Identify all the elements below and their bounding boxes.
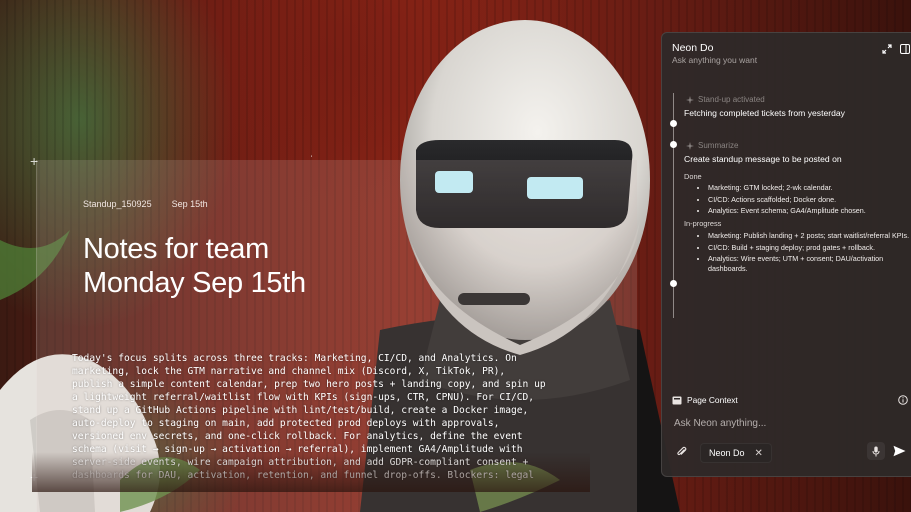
list-item: Analytics: Wire events; UTM + consent; D… bbox=[708, 254, 911, 274]
timeline-dot bbox=[670, 120, 677, 127]
step-label: Summarize bbox=[686, 141, 738, 150]
sidebar-toggle-icon[interactable] bbox=[900, 44, 910, 54]
document-body: Today's focus splits across three tracks… bbox=[32, 352, 590, 492]
timeline-dot bbox=[670, 280, 677, 287]
chip-close-icon[interactable]: ✕ bbox=[755, 448, 763, 459]
document-date: Sep 15th bbox=[171, 199, 208, 209]
sparkle-icon bbox=[686, 95, 694, 104]
page-context-label: Page Context bbox=[687, 395, 738, 405]
document-meta: Standup_150925 Sep 15th bbox=[83, 199, 208, 209]
expand-icon[interactable] bbox=[882, 44, 892, 54]
progress-heading: In-progress bbox=[684, 219, 722, 228]
sparkle-icon bbox=[686, 141, 694, 150]
corner-plus-icon: + bbox=[30, 153, 39, 169]
context-chip[interactable]: Neon Do ✕ bbox=[700, 443, 772, 463]
list-item: Analytics: Event schema; GA4/Amplitude c… bbox=[708, 206, 911, 216]
list-item: Marketing: GTM locked; 2-wk calendar. bbox=[708, 183, 911, 193]
assistant-panel: Neon Do Ask anything you want Stand-up a… bbox=[661, 32, 911, 477]
document-title: Notes for team Monday Sep 15th bbox=[83, 232, 413, 300]
step-label-text: Summarize bbox=[698, 141, 739, 150]
body-fade-overlay bbox=[32, 452, 590, 492]
progress-list: Marketing: Publish landing + 2 posts; st… bbox=[698, 231, 911, 276]
chip-label: Neon Do bbox=[709, 448, 745, 458]
document-title-line: Monday Sep 15th bbox=[83, 267, 306, 299]
mic-button[interactable] bbox=[867, 442, 885, 460]
assistant-subtitle: Ask anything you want bbox=[672, 55, 758, 65]
list-item: Marketing: Publish landing + 2 posts; st… bbox=[708, 231, 911, 241]
mic-icon bbox=[872, 446, 880, 456]
step-label: Stand-up activated bbox=[686, 95, 765, 104]
info-icon[interactable] bbox=[898, 395, 908, 405]
list-item: CI/CD: Actions scaffolded; Docker done. bbox=[708, 195, 911, 205]
done-list: Marketing: GTM locked; 2-wk calendar. CI… bbox=[698, 183, 911, 218]
ask-input[interactable] bbox=[674, 415, 899, 431]
attach-icon[interactable] bbox=[676, 446, 688, 458]
step-text: Create standup message to be posted on bbox=[684, 154, 842, 164]
page-context-toggle[interactable]: Page Context bbox=[672, 395, 738, 405]
done-heading: Done bbox=[684, 172, 702, 181]
document-filename: Standup_150925 bbox=[83, 199, 152, 209]
send-button[interactable] bbox=[890, 442, 908, 460]
list-item: CI/CD: Build + staging deploy; prod gate… bbox=[708, 243, 911, 253]
timeline-dot bbox=[670, 141, 677, 148]
assistant-title: Neon Do bbox=[672, 42, 714, 54]
document-title-line: Notes for team bbox=[83, 233, 269, 265]
step-text: Fetching completed tickets from yesterda… bbox=[684, 108, 845, 118]
send-icon bbox=[893, 445, 905, 457]
page-context-icon bbox=[672, 396, 682, 404]
step-label-text: Stand-up activated bbox=[698, 95, 765, 104]
corner-tick-icon: ˈ bbox=[310, 155, 314, 166]
